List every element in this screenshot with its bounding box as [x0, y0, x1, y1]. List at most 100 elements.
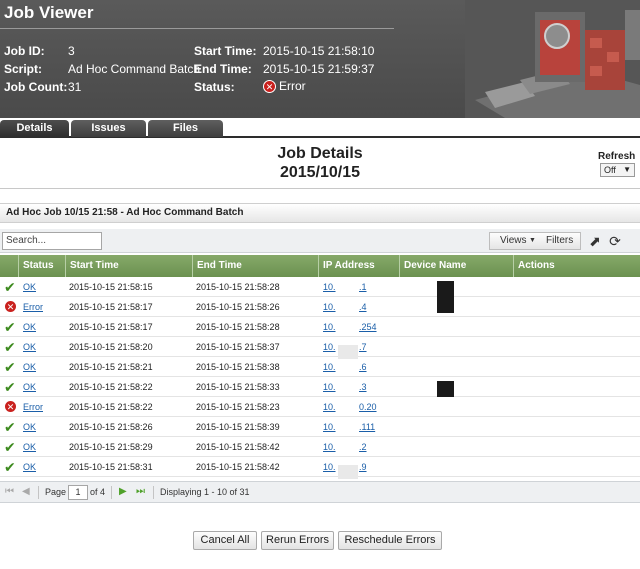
- ip-address-suffix[interactable]: .7: [359, 337, 367, 357]
- reschedule-errors-button[interactable]: Reschedule Errors: [338, 531, 442, 550]
- status-link[interactable]: OK: [23, 457, 36, 477]
- next-page-icon[interactable]: ▶: [119, 482, 127, 502]
- tab-bar: Details Issues Files: [0, 118, 640, 138]
- prev-page-icon[interactable]: ◀: [22, 482, 30, 502]
- tab-issues[interactable]: Issues: [71, 120, 146, 137]
- ip-address-link[interactable]: 10.: [323, 297, 336, 317]
- table-row[interactable]: ✔ OK 2015-10-15 21:58:17 2015-10-15 21:58:2…: [0, 317, 640, 337]
- column-header-start-time[interactable]: Start Time: [65, 255, 192, 277]
- page-count-label: of 4: [90, 487, 106, 497]
- ip-address-suffix[interactable]: .9: [359, 457, 367, 477]
- checkmark-icon: ✔: [4, 459, 16, 475]
- filters-menu[interactable]: Filters: [546, 233, 573, 249]
- first-page-icon[interactable]: ⏮: [5, 482, 14, 502]
- status-link[interactable]: Error: [23, 297, 43, 317]
- column-header-actions[interactable]: Actions: [513, 255, 616, 277]
- ip-address-link[interactable]: 10.: [323, 377, 336, 397]
- ip-address-suffix[interactable]: .254: [359, 317, 377, 337]
- table-row[interactable]: ✔ OK 2015-10-15 21:58:20 2015-10-15 21:58:3…: [0, 337, 640, 357]
- error-icon: ✕: [263, 79, 276, 93]
- checkmark-icon: ✔: [4, 359, 16, 375]
- cancel-all-button[interactable]: Cancel All: [193, 531, 257, 550]
- status-link[interactable]: OK: [23, 377, 36, 397]
- start-time-cell: 2015-10-15 21:58:22: [69, 402, 153, 412]
- ip-address-suffix[interactable]: .2: [359, 437, 367, 457]
- start-time-cell: 2015-10-15 21:58:31: [69, 462, 153, 472]
- status-link[interactable]: OK: [23, 437, 36, 457]
- start-time-cell: 2015-10-15 21:58:20: [69, 342, 153, 352]
- ip-address-link[interactable]: 10.: [323, 277, 336, 297]
- ip-address-suffix[interactable]: .4: [359, 297, 367, 317]
- start-time-label: Start Time:: [194, 44, 257, 58]
- ip-address-link[interactable]: 10.: [323, 317, 336, 337]
- tab-files[interactable]: Files: [148, 120, 223, 137]
- job-details-date: 2015/10/15: [279, 164, 361, 181]
- ip-address-suffix[interactable]: 0.20: [359, 397, 377, 417]
- ip-address-link[interactable]: 10.: [323, 357, 336, 377]
- table-row[interactable]: ✕ Error 2015-10-15 21:58:17 2015-10-15 21:5…: [0, 297, 640, 317]
- refresh-select[interactable]: Off ▼: [600, 163, 635, 177]
- table-row[interactable]: ✕ Error 2015-10-15 21:58:22 2015-10-15 21:5…: [0, 397, 640, 417]
- table-row[interactable]: ✔ OK 2015-10-15 21:58:26 2015-10-15 21:58:3…: [0, 417, 640, 437]
- job-details-heading: Job Details 2015/10/15: [0, 144, 640, 182]
- panel-title: Ad Hoc Job 10/15 21:58 - Ad Hoc Command …: [0, 203, 640, 223]
- page-label: Page: [45, 487, 67, 497]
- last-page-icon[interactable]: ⏭: [136, 482, 145, 502]
- start-time-cell: 2015-10-15 21:58:29: [69, 442, 153, 452]
- ip-address-suffix[interactable]: .3: [359, 377, 367, 397]
- job-count-label: Job Count:: [4, 80, 68, 94]
- ip-address-link[interactable]: 10.: [323, 337, 336, 357]
- status-link[interactable]: OK: [23, 357, 36, 377]
- column-header-device-name[interactable]: Device Name: [399, 255, 513, 277]
- job-count-value: 31: [68, 80, 82, 94]
- ip-address-link[interactable]: 10.: [323, 437, 336, 457]
- end-time-cell: 2015-10-15 21:58:38: [196, 362, 280, 372]
- ip-address-suffix[interactable]: .1: [359, 277, 367, 297]
- end-time-value: 2015-10-15 21:59:37: [263, 62, 375, 76]
- status-link[interactable]: OK: [23, 317, 36, 337]
- start-time-cell: 2015-10-15 21:58:26: [69, 422, 153, 432]
- table-row[interactable]: ✔ OK 2015-10-15 21:58:15 2015-10-15 21:58:2…: [0, 277, 640, 297]
- column-header-end-time[interactable]: End Time: [192, 255, 318, 277]
- redacted-ip: [338, 345, 358, 359]
- start-time-value: 2015-10-15 21:58:10: [263, 44, 375, 58]
- table-row[interactable]: ✔ OK 2015-10-15 21:58:29 2015-10-15 21:58:4…: [0, 437, 640, 457]
- job-id-label: Job ID:: [4, 44, 45, 58]
- views-menu[interactable]: Views: [500, 233, 527, 249]
- end-time-cell: 2015-10-15 21:58:26: [196, 302, 280, 312]
- tab-details[interactable]: Details: [0, 120, 69, 137]
- status-link[interactable]: OK: [23, 417, 36, 437]
- error-icon: ✕: [4, 400, 17, 413]
- grid-header: Status Start Time End Time IP Address De…: [0, 255, 640, 277]
- ip-address-link[interactable]: 10.: [323, 457, 336, 477]
- ip-address-suffix[interactable]: .6: [359, 357, 367, 377]
- ip-address-link[interactable]: 10.: [323, 397, 336, 417]
- chevron-down-icon: ▼: [623, 165, 631, 174]
- script-value: Ad Hoc Command Batch: [68, 62, 201, 76]
- pager-separator: [153, 486, 154, 499]
- divider: [0, 188, 640, 189]
- conveyor-machine-illustration: [465, 0, 640, 118]
- page-number-input[interactable]: 1: [68, 485, 88, 500]
- grid-toolbar: Search... Views ▼ Filters ⬈ ⟳: [0, 229, 640, 253]
- status-link[interactable]: OK: [23, 337, 36, 357]
- status-link[interactable]: Error: [23, 397, 43, 417]
- column-header-status[interactable]: Status: [18, 255, 65, 277]
- ip-address-suffix[interactable]: .111: [359, 417, 375, 437]
- start-time-cell: 2015-10-15 21:58:15: [69, 282, 153, 292]
- table-row[interactable]: ✔ OK 2015-10-15 21:58:31 2015-10-15 21:58:4…: [0, 457, 640, 477]
- rerun-errors-button[interactable]: Rerun Errors: [261, 531, 334, 550]
- status-link[interactable]: OK: [23, 277, 36, 297]
- search-input[interactable]: Search...: [2, 232, 102, 250]
- column-header-ip-address[interactable]: IP Address: [318, 255, 399, 277]
- table-row[interactable]: ✔ OK 2015-10-15 21:58:21 2015-10-15 21:58:3…: [0, 357, 640, 377]
- redacted-ip: [338, 465, 358, 479]
- end-time-cell: 2015-10-15 21:58:42: [196, 442, 280, 452]
- refresh-icon[interactable]: ⟳: [607, 233, 623, 249]
- header-divider: [0, 28, 394, 29]
- popout-icon[interactable]: ⬈: [587, 233, 603, 249]
- table-row[interactable]: ✔ OK 2015-10-15 21:58:22 2015-10-15 21:58:3…: [0, 377, 640, 397]
- end-time-cell: 2015-10-15 21:58:23: [196, 402, 280, 412]
- ip-address-link[interactable]: 10.: [323, 417, 336, 437]
- checkmark-icon: ✔: [4, 379, 16, 395]
